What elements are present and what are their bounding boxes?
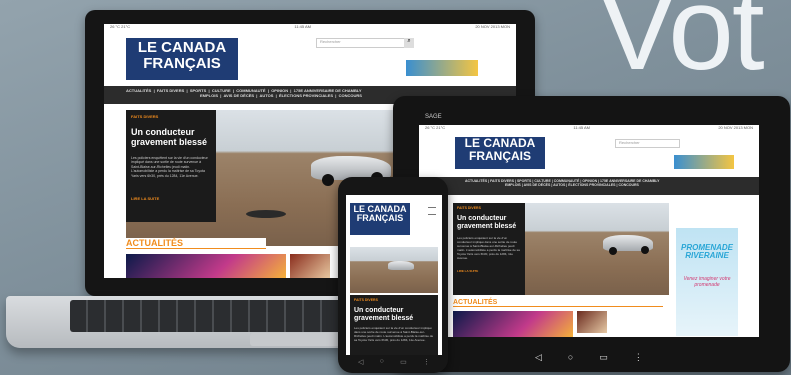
phone-nav-bar: ◁ ○ ▭ ⋮ [358,358,430,366]
nav-item[interactable]: EMPLOIS [200,93,218,98]
story-kicker: FAITS DIVERS [354,298,378,302]
hero-photo[interactable] [350,247,438,293]
story-card[interactable]: FAITS DIVERS Un conducteur gravement ble… [350,295,438,355]
story-headline[interactable]: Un conducteur gravement blessé [457,215,521,231]
nav-item[interactable]: AUTOS [553,183,565,187]
read-more-link[interactable]: LIRE LA SUITE [131,196,211,201]
search-button[interactable]: ⌕ [404,38,414,48]
recents-icon[interactable]: ▭ [599,352,634,362]
hamburger-icon[interactable] [428,207,436,215]
hero-word: Vot [598,0,765,95]
back-icon[interactable]: ◁ [535,352,568,362]
car-wheel [322,174,334,186]
car-wheel [641,246,649,254]
search-icon: ⌕ [407,38,411,44]
logo-line1: LE CANADA [464,136,536,150]
phone-header: LE CANADA FRANÇAIS [346,195,442,241]
main-nav: ACTUALITÉS | FAITS DIVERS | SPORTS | CUL… [419,177,759,195]
home-icon[interactable]: ○ [568,352,599,362]
car-wheel [609,247,617,255]
nav-item[interactable]: ÉLECTIONS PROVINCIALES [279,93,333,98]
search-input[interactable]: Rechercher [316,38,411,48]
header-ad[interactable] [674,155,734,169]
search-input[interactable]: Rechercher [615,139,680,148]
site-header: LE CANADA FRANÇAIS Rechercher [419,133,759,177]
site-logo[interactable]: LE CANADA FRANÇAIS [350,203,410,235]
story-blurb: Les policiers enquêtent sur la vie d'un … [457,237,520,260]
home-icon[interactable]: ○ [380,358,384,366]
section-title: ACTUALITÉS [453,299,663,307]
tablet-nav-bar: ◁○▭⋮ [535,352,669,363]
menu-icon[interactable]: ⋮ [423,358,430,366]
search-placeholder: Rechercher [320,39,341,44]
story-headline[interactable]: Un conducteur gravement blessé [131,127,211,148]
section-title: ACTUALITÉS [126,238,266,249]
site-logo[interactable]: LE CANADA FRANÇAIS [126,38,238,80]
statusbar-left: 26 °C 21°C [110,24,131,29]
logo-line2: FRANÇAIS [356,213,404,224]
menu-icon[interactable]: ⋮ [634,352,669,362]
nav-item[interactable]: AUTOS [259,93,273,98]
back-icon[interactable]: ◁ [358,358,363,366]
news-thumbnail[interactable] [126,254,286,278]
statusbar: 26 °C 21°C 11:45 AM 20 NOV 2013 MON [104,24,516,32]
statusbar-date: 20 NOV 2013 MON [718,125,753,130]
story-blurb: Les policiers enquêtent sur la vie d'un … [354,327,434,342]
news-thumbnail[interactable] [577,311,607,333]
story-card[interactable]: FAITS DIVERS Un conducteur gravement ble… [453,203,525,295]
nav-item[interactable]: AVIS DE DÉCÈS [223,93,254,98]
crashed-car [388,261,414,270]
story-kicker: FAITS DIVERS [131,114,159,119]
nav-item[interactable]: ACTUALITÉS [126,88,151,93]
logo-line2: FRANÇAIS [469,148,531,163]
nav-item[interactable]: FAITS DIVERS [157,88,184,93]
logo-line2: FRANÇAIS [143,54,221,72]
debris [246,210,286,218]
promo-subtitle: Venez imaginer votre promenade [683,276,731,288]
site-header: LE CANADA FRANÇAIS Rechercher ⌕ [104,32,516,80]
site-logo[interactable]: LE CANADA FRANÇAIS [455,137,545,169]
nav-item[interactable]: AVIS DE DÉCÈS [524,183,551,187]
nav-item[interactable]: CONCOURS [618,183,638,187]
header-ad[interactable] [406,60,478,76]
news-thumbnail[interactable] [453,311,573,337]
statusbar-left: 26 °C 21°C [425,125,446,130]
statusbar-date: 20 NOV 2013 MON [475,24,510,29]
nav-item[interactable]: ACTUALITÉS [465,179,487,183]
story-blurb: Les policiers enquêtent sur la vie d'un … [131,155,208,178]
statusbar: 26 °C 21°C 11:45 AM 20 NOV 2013 MON [419,125,759,133]
promo-banner[interactable]: PROMENADE RIVERAINE Venez imaginer votre… [676,228,738,336]
statusbar-time: 11:45 AM [573,125,591,130]
tablet-brand: SAGE [425,114,442,120]
statusbar-time: 11:45 AM [294,24,312,29]
news-thumbnail[interactable] [290,254,330,278]
read-more-link[interactable]: LIRE LA SUITE [457,269,521,273]
recents-icon[interactable]: ▭ [400,358,407,366]
nav-item[interactable]: ÉLECTIONS PROVINCIALES [568,183,615,187]
search-placeholder: Rechercher [619,140,640,145]
phone-screen: LE CANADA FRANÇAIS FAITS DIVERS Un condu… [346,195,442,355]
promo-title: PROMENADE RIVERAINE [680,243,733,261]
story-headline[interactable]: Un conducteur gravement blessé [354,307,434,323]
nav-item[interactable]: CONCOURS [339,93,362,98]
nav-item[interactable]: EMPLOIS [505,183,521,187]
story-kicker: FAITS DIVERS [457,206,481,210]
logo-line1: LE CANADA [137,39,227,56]
story-card[interactable]: FAITS DIVERS Un conducteur gravement ble… [126,110,216,222]
